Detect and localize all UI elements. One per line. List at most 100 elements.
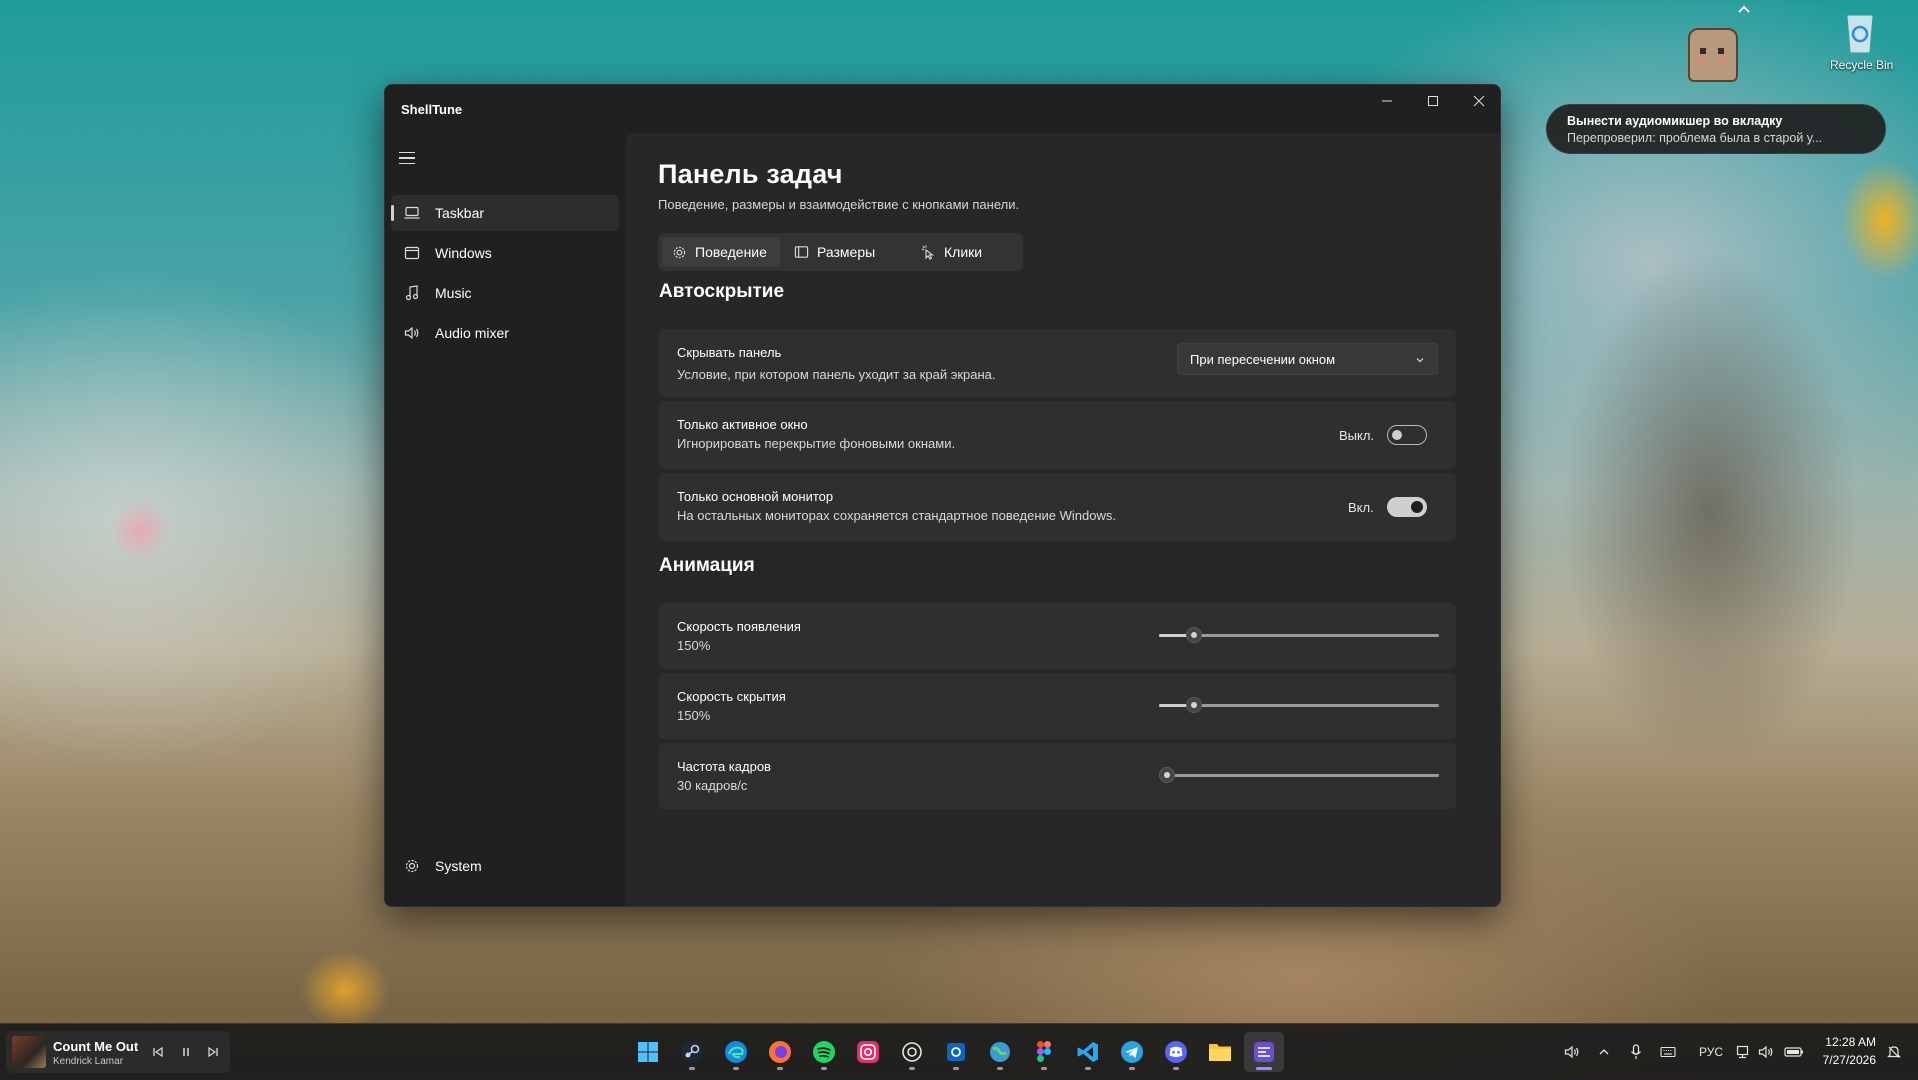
gear-icon	[403, 857, 421, 875]
taskbar-app-outlook[interactable]	[936, 1032, 976, 1072]
layout-icon	[794, 245, 809, 259]
vscode-icon	[1077, 1042, 1098, 1062]
main-monitor-only-toggle[interactable]	[1387, 497, 1427, 517]
sidebar-item-label: Music	[435, 285, 472, 301]
desktop-pet-icon[interactable]	[1688, 28, 1738, 82]
tab-sizes[interactable]: Размеры	[784, 237, 902, 267]
sidebar-item-label: System	[435, 858, 482, 874]
setting-value: 150%	[677, 638, 711, 653]
pause-icon	[183, 1048, 189, 1056]
taskbar-app-steam[interactable]	[672, 1032, 712, 1072]
speaker-tray-icon[interactable]	[1756, 1042, 1776, 1062]
hide-condition-dropdown[interactable]: При пересечении окном	[1177, 343, 1438, 375]
keyboard-icon[interactable]	[1658, 1042, 1678, 1062]
media-widget[interactable]: Count Me Out Kendrick Lamar	[6, 1031, 230, 1073]
notification-text: Перепроверил: проблема была в старой у..…	[1567, 131, 1823, 145]
setting-title: Скрывать панель	[677, 345, 782, 360]
recycle-bin-icon[interactable]	[1840, 8, 1880, 56]
tab-behavior[interactable]: Поведение	[662, 237, 780, 267]
close-button[interactable]	[1456, 85, 1500, 117]
show-speed-slider[interactable]	[1159, 625, 1439, 645]
setting-value: 30 кадров/с	[677, 778, 748, 793]
active-window-only-toggle[interactable]	[1387, 425, 1427, 445]
globe-icon	[990, 1042, 1010, 1062]
taskbar-app-chatgpt[interactable]	[892, 1032, 932, 1072]
setting-title: Скорость появления	[677, 619, 801, 634]
discord-icon	[1165, 1041, 1187, 1063]
setting-title: Скорость скрытия	[677, 689, 786, 704]
show-hidden-icons-chevron-icon[interactable]	[1594, 1042, 1614, 1062]
taskbar-app-instagram[interactable]	[848, 1032, 888, 1072]
sidebar-item-taskbar[interactable]: Taskbar	[391, 195, 619, 231]
taskbar-app-file-explorer[interactable]	[1200, 1032, 1240, 1072]
volume-icon[interactable]	[1562, 1042, 1582, 1062]
expand-up-icon[interactable]	[1736, 2, 1752, 18]
shelltune-window: ShellTune Taskbar Windows Music Audio mi…	[384, 84, 1501, 907]
previous-icon	[153, 1046, 163, 1058]
setting-card-hide-speed: Скорость скрытия 150%	[659, 673, 1456, 739]
taskbar-app-discord[interactable]	[1156, 1032, 1196, 1072]
speaker-icon	[403, 324, 421, 342]
album-art	[12, 1036, 46, 1068]
taskbar-app-telegram[interactable]	[1112, 1032, 1152, 1072]
click-icon	[920, 245, 936, 260]
setting-description: Игнорировать перекрытие фоновыми окнами.	[677, 436, 956, 451]
app-title: ShellTune	[401, 102, 463, 117]
setting-card-frame-rate: Частота кадров 30 кадров/с	[659, 743, 1456, 809]
toggle-state-label: Выкл.	[1339, 428, 1375, 443]
start-button[interactable]	[628, 1032, 668, 1072]
pause-button[interactable]	[178, 1044, 194, 1060]
section-title-animation: Анимация	[659, 555, 755, 576]
sidebar: Taskbar Windows Music Audio mixer System	[385, 133, 625, 906]
taskbar-app-edge[interactable]	[716, 1032, 756, 1072]
sidebar-item-system[interactable]: System	[391, 848, 619, 884]
maximize-button[interactable]	[1410, 85, 1456, 117]
hide-speed-slider[interactable]	[1159, 695, 1439, 715]
taskbar-app-globe[interactable]	[980, 1032, 1020, 1072]
taskbar: Count Me Out Kendrick Lamar РУС 12:28 AM…	[0, 1023, 1918, 1080]
frame-rate-slider[interactable]	[1159, 765, 1439, 785]
telegram-icon	[1121, 1041, 1143, 1063]
sidebar-item-audio-mixer[interactable]: Audio mixer	[391, 315, 619, 351]
setting-title: Только активное окно	[677, 417, 808, 432]
sidebar-item-label: Windows	[435, 245, 492, 261]
previous-track-button[interactable]	[150, 1044, 166, 1060]
tab-label: Клики	[944, 244, 983, 260]
slider-thumb[interactable]	[1159, 767, 1176, 783]
notification-bell-icon[interactable]	[1884, 1042, 1904, 1062]
song-title: Count Me Out	[53, 1039, 139, 1054]
page-title: Панель задач	[658, 159, 843, 189]
network-icon[interactable]	[1734, 1042, 1754, 1062]
slider-thumb[interactable]	[1186, 697, 1202, 713]
taskbar-app-vscode[interactable]	[1068, 1032, 1108, 1072]
slider-thumb[interactable]	[1186, 627, 1202, 643]
setting-description: Условие, при котором панель уходит за кр…	[677, 367, 996, 382]
active-indicator	[391, 205, 394, 221]
instagram-icon	[857, 1041, 879, 1063]
notification-toast[interactable]: Вынести аудиомикшер во вкладку Перепрове…	[1546, 104, 1886, 154]
next-icon	[208, 1046, 218, 1058]
setting-card-main-monitor-only: Только основной монитор На остальных мон…	[659, 473, 1456, 541]
sidebar-item-windows[interactable]: Windows	[391, 235, 619, 271]
taskbar-app-spotify[interactable]	[804, 1032, 844, 1072]
setting-card-show-speed: Скорость появления 150%	[659, 603, 1456, 669]
next-track-button[interactable]	[205, 1044, 221, 1060]
language-indicator[interactable]: РУС	[1694, 1042, 1728, 1062]
taskbar-app-figma[interactable]	[1024, 1032, 1064, 1072]
clock-time[interactable]: 12:28 AM	[1825, 1035, 1876, 1049]
hamburger-menu-button[interactable]	[399, 147, 421, 169]
tab-clicks[interactable]: Клики	[910, 237, 1010, 267]
taskbar-app-shelltune[interactable]	[1244, 1032, 1284, 1072]
sidebar-item-music[interactable]: Music	[391, 275, 619, 311]
title-bar[interactable]: ShellTune	[385, 85, 1500, 133]
microphone-icon[interactable]	[1626, 1042, 1646, 1062]
sidebar-item-label: Taskbar	[435, 205, 485, 221]
shelltune-icon	[1254, 1042, 1274, 1062]
taskbar-app-firefox[interactable]	[760, 1032, 800, 1072]
firefox-icon	[769, 1041, 791, 1063]
notification-title: Вынести аудиомикшер во вкладку	[1567, 114, 1783, 128]
battery-icon[interactable]	[1784, 1042, 1804, 1062]
chatgpt-icon	[902, 1042, 922, 1062]
clock-date[interactable]: 7/27/2026	[1823, 1053, 1876, 1067]
minimize-button[interactable]	[1364, 85, 1410, 117]
